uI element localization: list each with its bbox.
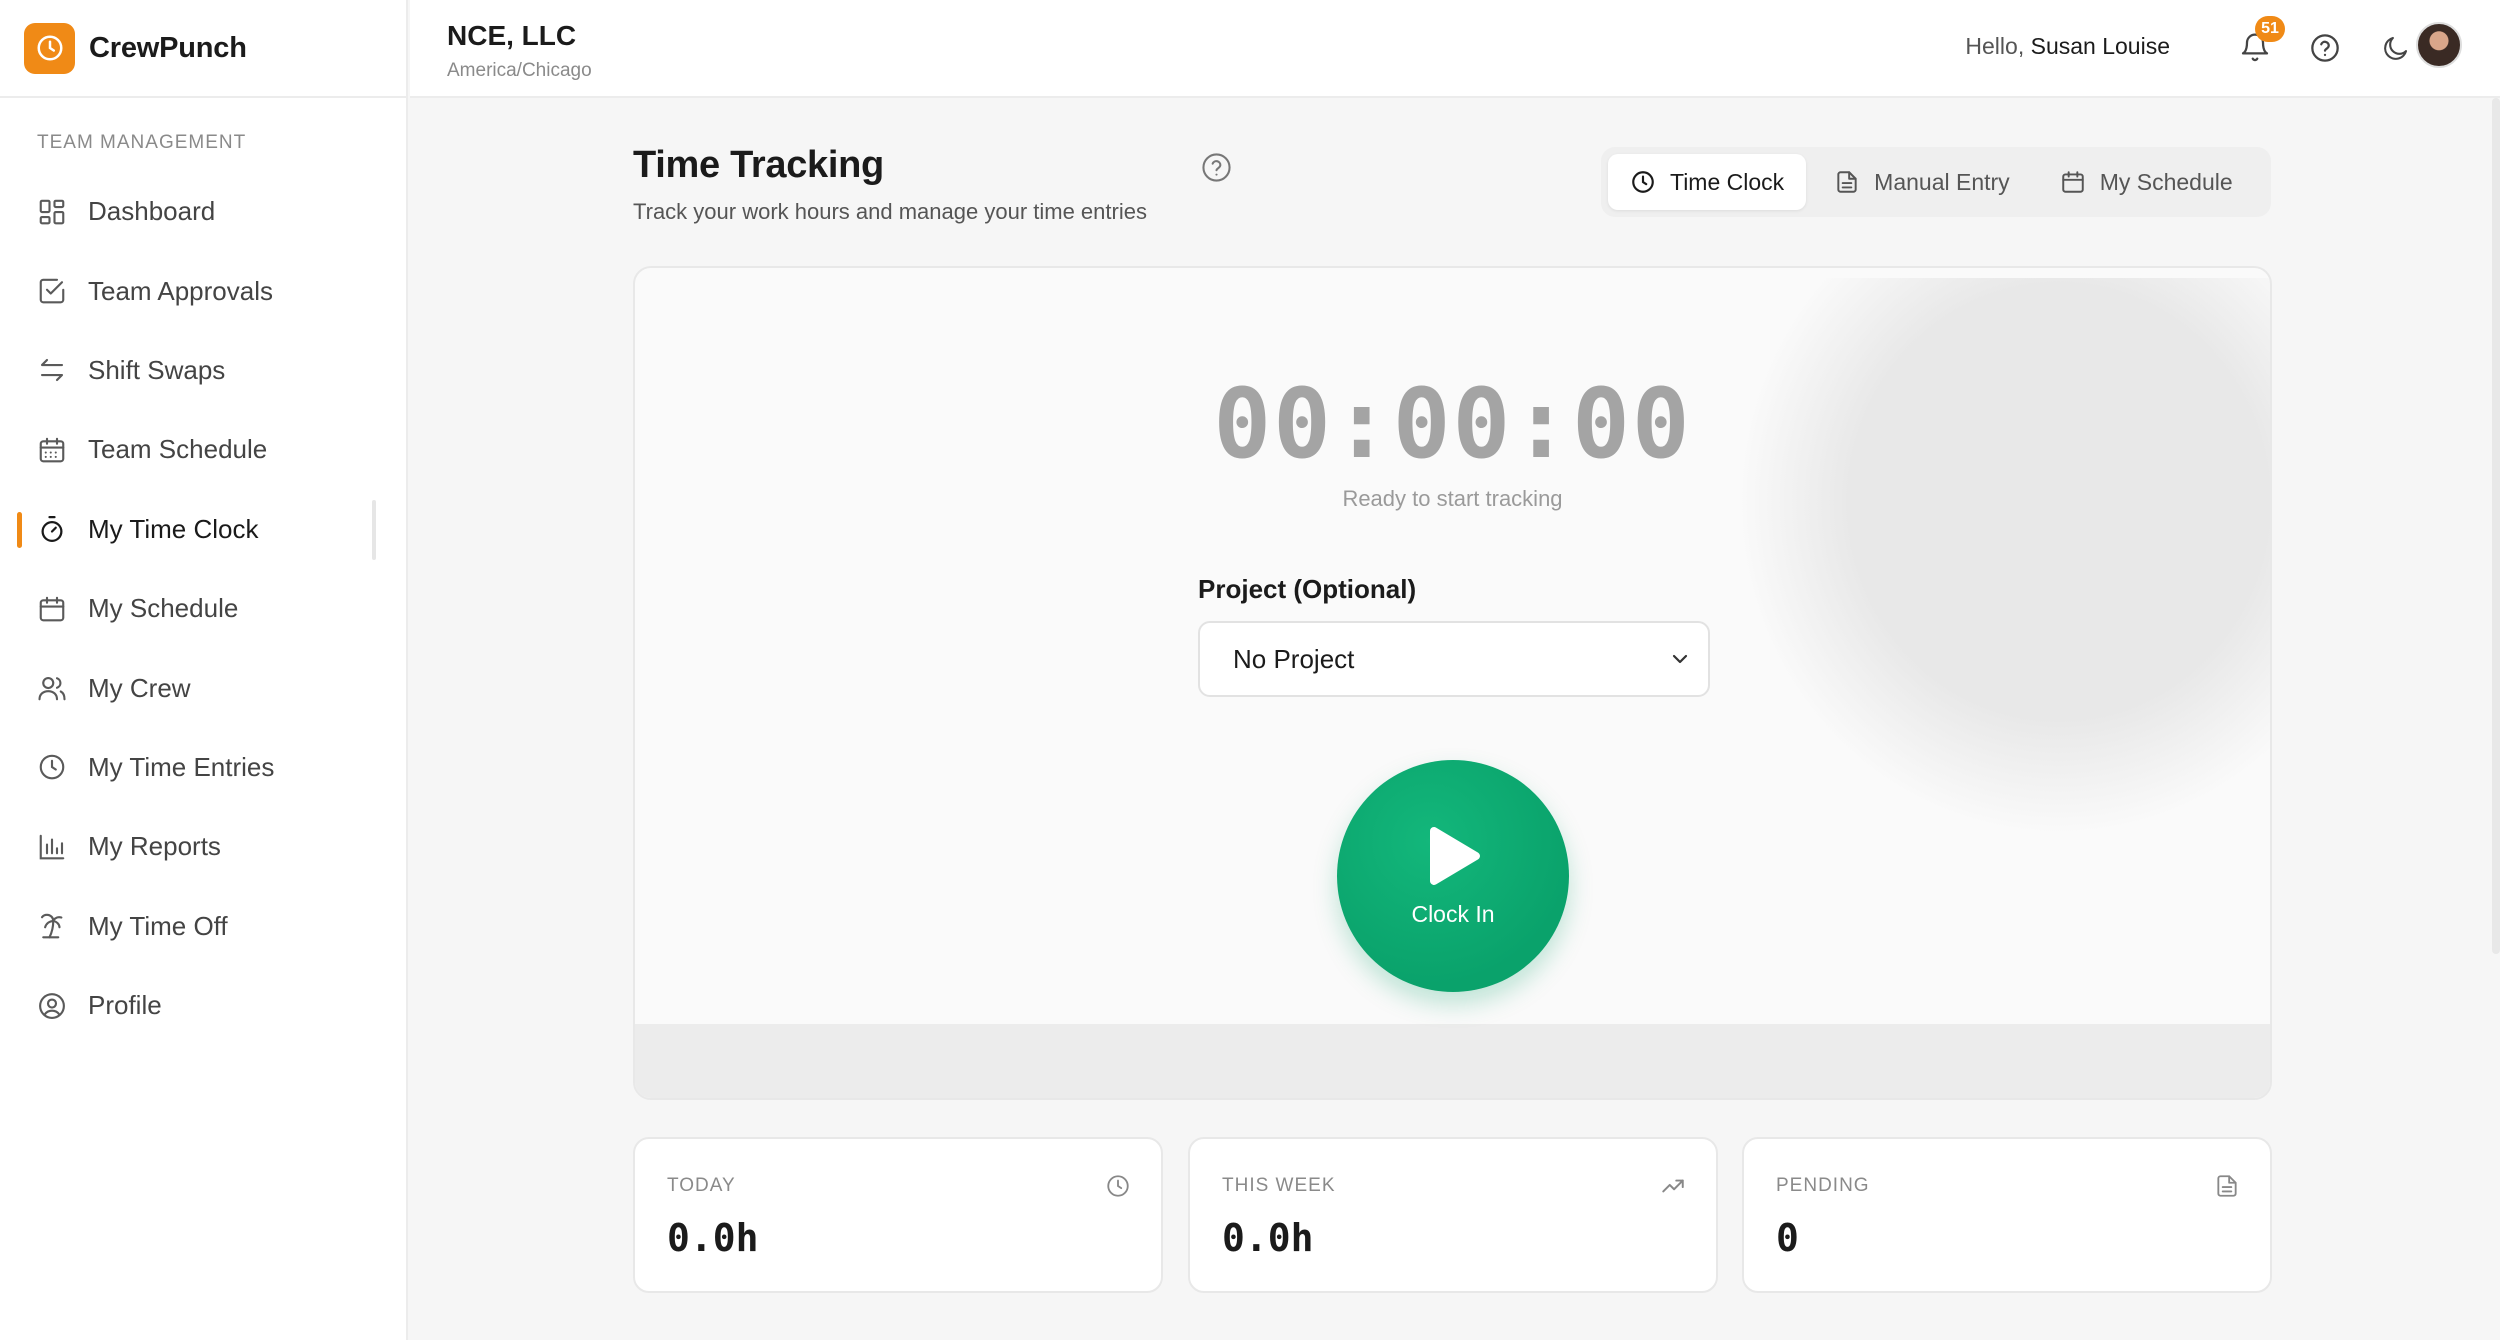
tab-label: Manual Entry bbox=[1874, 168, 2010, 195]
trending-up-icon bbox=[1660, 1173, 1686, 1199]
tab-label: Time Clock bbox=[1670, 168, 1785, 195]
document-icon bbox=[1834, 169, 1860, 195]
project-select-value: No Project bbox=[1233, 643, 1355, 674]
user-name: Susan Louise bbox=[2030, 33, 2170, 59]
clock-icon bbox=[1630, 169, 1656, 195]
timer-display: 00:00:00 bbox=[1213, 368, 1692, 480]
brand-name: CrewPunch bbox=[89, 31, 247, 64]
organization-name[interactable]: NCE, LLC bbox=[447, 20, 576, 52]
stat-card-this-week: THIS WEEK 0.0h bbox=[1188, 1137, 1718, 1293]
notifications-button[interactable]: 51 bbox=[2235, 16, 2285, 68]
bar-chart-icon bbox=[36, 831, 68, 863]
help-button[interactable] bbox=[2305, 28, 2345, 68]
stat-label: TODAY bbox=[667, 1175, 736, 1196]
stat-value: 0.0h bbox=[1222, 1216, 1314, 1260]
help-circle-icon bbox=[2309, 32, 2341, 64]
moon-icon bbox=[2381, 33, 2411, 63]
avatar[interactable] bbox=[2416, 22, 2462, 68]
sidebar-item-my-time-clock[interactable]: My Time Clock bbox=[0, 490, 406, 569]
sidebar-item-label: Profile bbox=[88, 990, 162, 1021]
tracking-tabs: Time Clock Manual Entry My Schedule bbox=[1601, 147, 2271, 217]
sidebar-nav: Dashboard Team Approvals Shift Swaps Tea… bbox=[0, 172, 406, 1045]
timer-status: Ready to start tracking bbox=[1342, 486, 1563, 511]
users-icon bbox=[36, 672, 68, 704]
sidebar-item-label: Dashboard bbox=[88, 196, 216, 227]
sidebar-item-my-crew[interactable]: My Crew bbox=[0, 648, 406, 727]
sidebar-item-label: My Time Entries bbox=[88, 751, 275, 782]
user-greeting: Hello, Susan Louise bbox=[1965, 33, 2170, 60]
notification-badge: 51 bbox=[2255, 16, 2285, 42]
sidebar-item-label: My Reports bbox=[88, 831, 221, 862]
sidebar-item-my-reports[interactable]: My Reports bbox=[0, 807, 406, 886]
calendar-icon bbox=[2060, 169, 2086, 195]
sidebar-item-profile[interactable]: Profile bbox=[0, 966, 406, 1045]
clock-icon bbox=[1105, 1173, 1131, 1199]
project-select[interactable]: No Project bbox=[1198, 621, 1710, 697]
stat-value: 0.0h bbox=[667, 1216, 759, 1260]
play-icon bbox=[1424, 825, 1482, 887]
sidebar-item-label: My Time Off bbox=[88, 910, 228, 941]
tab-time-clock[interactable]: Time Clock bbox=[1608, 154, 1807, 210]
sidebar-item-label: Team Schedule bbox=[88, 434, 268, 465]
page-title: Time Tracking bbox=[633, 144, 884, 186]
greeting-prefix: Hello, bbox=[1965, 33, 2025, 59]
chevron-down-icon bbox=[1668, 647, 1692, 671]
calendar-grid-icon bbox=[36, 434, 68, 466]
sidebar-item-shift-swaps[interactable]: Shift Swaps bbox=[0, 331, 406, 410]
stat-label: PENDING bbox=[1776, 1175, 1870, 1196]
sidebar-item-my-time-entries[interactable]: My Time Entries bbox=[0, 728, 406, 807]
scrollbar[interactable] bbox=[2492, 98, 2500, 954]
card-footer-band bbox=[635, 1024, 2270, 1098]
help-circle-icon[interactable] bbox=[1200, 151, 1233, 184]
sidebar-item-my-time-off[interactable]: My Time Off bbox=[0, 887, 406, 966]
sidebar-item-team-approvals[interactable]: Team Approvals bbox=[0, 251, 406, 330]
stat-value: 0 bbox=[1776, 1216, 1799, 1260]
sidebar-item-label: Team Approvals bbox=[88, 275, 273, 306]
sidebar-item-label: My Schedule bbox=[88, 593, 239, 624]
tab-label: My Schedule bbox=[2099, 168, 2233, 195]
stopwatch-icon bbox=[36, 513, 68, 545]
user-circle-icon bbox=[36, 990, 68, 1022]
sidebar: CrewPunch TEAM MANAGEMENT Dashboard Team… bbox=[0, 0, 408, 1340]
clock-in-label: Clock In bbox=[1411, 900, 1495, 927]
tab-my-schedule[interactable]: My Schedule bbox=[2038, 154, 2255, 210]
sidebar-item-team-schedule[interactable]: Team Schedule bbox=[0, 410, 406, 489]
sidebar-item-my-schedule[interactable]: My Schedule bbox=[0, 569, 406, 648]
dashboard-icon bbox=[36, 196, 68, 228]
stat-label: THIS WEEK bbox=[1222, 1175, 1336, 1196]
tab-manual-entry[interactable]: Manual Entry bbox=[1812, 154, 2032, 210]
palm-tree-icon bbox=[36, 910, 68, 942]
clock-in-button[interactable]: Clock In bbox=[1337, 760, 1569, 992]
document-icon bbox=[2214, 1173, 2240, 1199]
sidebar-item-label: Shift Swaps bbox=[88, 354, 226, 385]
page-subtitle: Track your work hours and manage your ti… bbox=[633, 199, 1147, 224]
calendar-icon bbox=[36, 593, 68, 625]
clock-logo-icon bbox=[24, 22, 75, 74]
clock-icon bbox=[36, 751, 68, 783]
stat-card-pending: PENDING 0 bbox=[1742, 1137, 2272, 1293]
stat-card-today: TODAY 0.0h bbox=[633, 1137, 1163, 1293]
top-bar: NCE, LLC America/Chicago Hello, Susan Lo… bbox=[410, 0, 2500, 98]
brand[interactable]: CrewPunch bbox=[0, 0, 406, 98]
background-decoration bbox=[1735, 278, 2270, 838]
dark-mode-toggle[interactable] bbox=[2376, 28, 2416, 68]
sidebar-item-label: My Time Clock bbox=[88, 513, 259, 544]
time-clock-card: 00:00:00 Ready to start tracking Project… bbox=[633, 266, 2272, 1100]
swap-arrows-icon bbox=[36, 354, 68, 386]
organization-timezone: America/Chicago bbox=[447, 60, 592, 81]
project-label: Project (Optional) bbox=[1198, 574, 1417, 604]
section-label: TEAM MANAGEMENT bbox=[37, 132, 247, 153]
checkbox-icon bbox=[36, 275, 68, 307]
sidebar-item-label: My Crew bbox=[88, 672, 191, 703]
sidebar-item-dashboard[interactable]: Dashboard bbox=[0, 172, 406, 251]
